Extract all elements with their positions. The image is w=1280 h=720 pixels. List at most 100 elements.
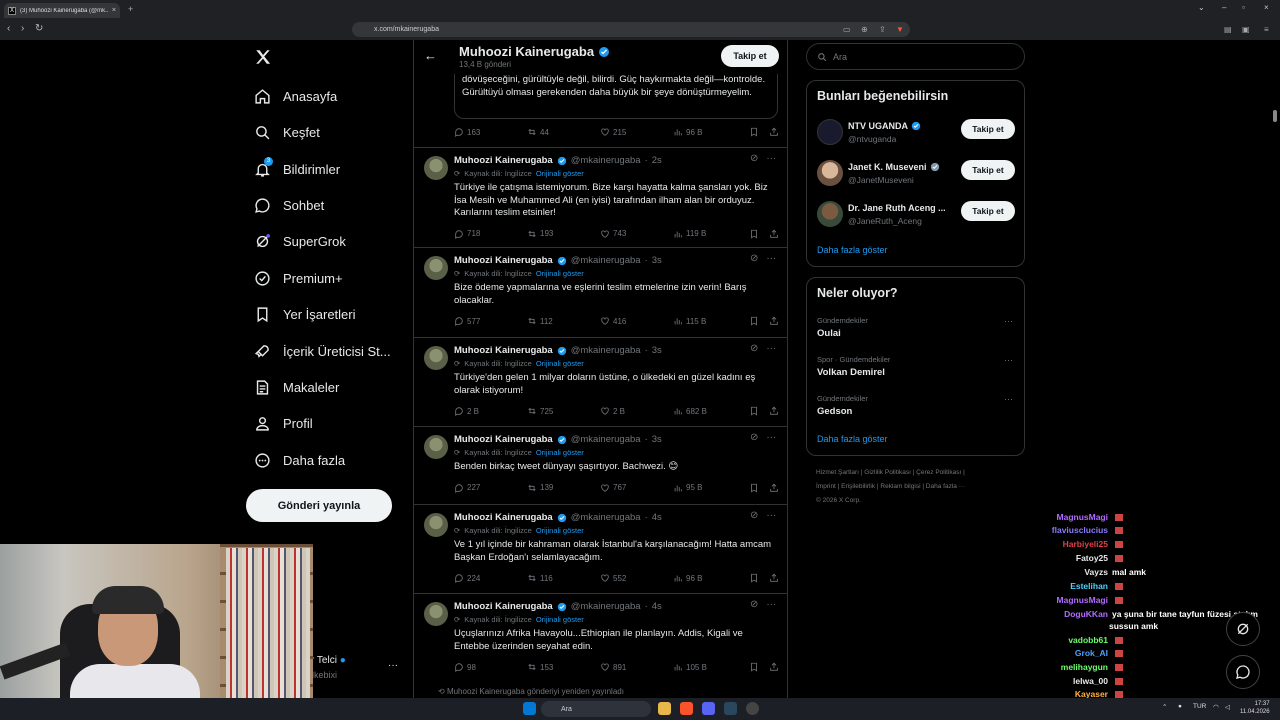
discord-icon[interactable] <box>702 702 715 715</box>
repost-button[interactable]: 116 <box>527 573 600 583</box>
back-arrow-icon[interactable]: ← <box>424 48 437 63</box>
tweet[interactable]: Muhoozi Kainerugaba @mkainerugaba · 3s ⊘… <box>414 337 787 426</box>
zoom-icon[interactable]: ⊕ <box>861 25 868 34</box>
suggestion-item[interactable]: Janet K. Museveni @JanetMuseveni Takip e… <box>817 160 1017 190</box>
share-icon[interactable] <box>769 662 779 672</box>
reply-button[interactable]: 227 <box>454 483 527 493</box>
views-button[interactable]: 682 B <box>673 406 746 416</box>
follow-button[interactable]: Takip et <box>961 201 1015 221</box>
more-icon[interactable]: ··· <box>766 510 776 521</box>
tweet[interactable]: Muhoozi Kainerugaba @mkainerugaba · 4s ⊘… <box>414 504 787 593</box>
grok-icon[interactable]: ⊘ <box>750 432 758 443</box>
wifi-icon[interactable]: ◠ <box>1213 703 1219 711</box>
show-original-link[interactable]: Orijinali göster <box>536 448 584 457</box>
taskbar-search[interactable]: Ara <box>541 701 651 717</box>
maximize-icon[interactable]: ▫ <box>1242 3 1245 12</box>
grok-icon[interactable]: ⊘ <box>750 343 758 354</box>
views-button[interactable]: 96 B <box>673 573 746 583</box>
new-tab-icon[interactable]: + <box>128 4 133 14</box>
reply-button[interactable]: 224 <box>454 573 527 584</box>
repost-button[interactable]: 112 <box>527 316 600 326</box>
forward-icon[interactable]: › <box>21 23 24 34</box>
views-button[interactable]: 105 B <box>673 662 746 672</box>
tweet-time[interactable]: 3s <box>652 255 662 266</box>
avatar[interactable] <box>817 119 843 145</box>
repost-button[interactable]: 193 <box>527 229 600 239</box>
tweet[interactable]: Muhoozi Kainerugaba @mkainerugaba · 3s ⊘… <box>414 426 787 504</box>
obs-icon[interactable] <box>746 702 759 715</box>
close-tab-icon[interactable]: × <box>112 7 116 14</box>
sidebar-icon[interactable]: ▤ <box>1224 25 1232 34</box>
grok-icon[interactable]: ⊘ <box>750 253 758 264</box>
brave-browser-icon[interactable] <box>680 702 693 715</box>
like-button[interactable]: 891 <box>600 662 673 672</box>
trend-item[interactable]: Gündemdekiler Gedson ··· <box>817 394 1017 417</box>
suggestion-item[interactable]: Dr. Jane Ruth Aceng ... @JaneRuth_Aceng … <box>817 201 1017 231</box>
avatar[interactable] <box>424 346 448 370</box>
steam-icon[interactable] <box>724 702 737 715</box>
system-clock[interactable]: 17:37 11.04.2026 <box>1240 700 1270 716</box>
avatar[interactable] <box>817 160 843 186</box>
show-original-link[interactable]: Orijinali göster <box>536 615 584 624</box>
avatar[interactable] <box>424 602 448 626</box>
bookmark-icon[interactable] <box>749 229 759 239</box>
bookmark-icon[interactable] <box>749 316 759 326</box>
tweet[interactable]: Muhoozi Kainerugaba @mkainerugaba · 4s ⊘… <box>414 593 787 683</box>
footer-line[interactable]: İmprint | Erişilebilirlik | Reklam bilgi… <box>816 480 1016 494</box>
tweet-time[interactable]: 3s <box>652 345 662 356</box>
bookmark-icon[interactable] <box>749 483 759 493</box>
bookmark-icon[interactable] <box>749 573 759 583</box>
tray-chevron-icon[interactable]: ⌃ <box>1162 703 1167 711</box>
views-button[interactable]: 115 B <box>673 316 746 326</box>
trend-item[interactable]: Gündemdekiler Oulai ··· <box>817 316 1017 339</box>
show-more-link[interactable]: Daha fazla göster <box>817 434 888 444</box>
avatar[interactable] <box>817 201 843 227</box>
author-handle[interactable]: @mkainerugaba <box>571 345 641 356</box>
grok-button[interactable] <box>1226 612 1260 646</box>
bookmark-icon[interactable] <box>749 406 759 416</box>
footer-line[interactable]: Hizmet Şartları | Gizlilik Politikası | … <box>816 466 1016 480</box>
share-icon[interactable] <box>769 127 779 137</box>
more-icon[interactable]: ··· <box>766 153 776 164</box>
views-button[interactable]: 96 B <box>673 127 746 137</box>
mic-tray-icon[interactable]: ● <box>1178 703 1182 710</box>
like-button[interactable]: 767 <box>600 483 673 493</box>
share-icon[interactable] <box>769 316 779 326</box>
author-handle[interactable]: @mkainerugaba <box>571 255 641 266</box>
tab-list-icon[interactable]: ⌄ <box>1198 3 1205 12</box>
reply-button[interactable]: 718 <box>454 229 527 239</box>
grok-icon[interactable]: ⊘ <box>750 153 758 164</box>
share-icon[interactable] <box>769 483 779 493</box>
keyboard-language[interactable]: TUR <box>1193 703 1206 710</box>
reply-button[interactable]: 98 <box>454 662 527 673</box>
scrollbar[interactable] <box>1273 110 1277 122</box>
more-icon[interactable]: ··· <box>766 343 776 354</box>
share-icon[interactable] <box>769 229 779 239</box>
close-window-icon[interactable]: × <box>1264 3 1269 12</box>
more-icon[interactable]: ··· <box>766 432 776 443</box>
like-button[interactable]: 743 <box>600 229 673 239</box>
reload-icon[interactable]: ↻ <box>35 23 43 34</box>
share-icon[interactable] <box>769 406 779 416</box>
volume-icon[interactable]: ◁ <box>1225 703 1230 711</box>
author-name[interactable]: Muhoozi Kainerugaba <box>454 345 553 356</box>
author-name[interactable]: Muhoozi Kainerugaba <box>454 255 553 266</box>
more-icon[interactable]: ··· <box>766 599 776 610</box>
messages-button[interactable] <box>1226 655 1260 689</box>
menu-icon[interactable]: ≡ <box>1264 25 1269 34</box>
views-button[interactable]: 95 B <box>673 483 746 493</box>
search-input[interactable]: Ara <box>806 43 1025 70</box>
like-button[interactable]: 2 B <box>600 406 673 416</box>
repost-button[interactable]: 139 <box>527 483 600 493</box>
bookmark-icon[interactable] <box>749 127 759 137</box>
show-original-link[interactable]: Orijinali göster <box>536 359 584 368</box>
avatar[interactable] <box>424 156 448 180</box>
tweet[interactable]: Muhoozi Kainerugaba @mkainerugaba · 2s ⊘… <box>414 147 787 247</box>
share-icon[interactable] <box>769 573 779 583</box>
author-handle[interactable]: @mkainerugaba <box>571 512 641 523</box>
follow-button[interactable]: Takip et <box>721 45 779 67</box>
author-name[interactable]: Muhoozi Kainerugaba <box>454 155 553 166</box>
author-handle[interactable]: @mkainerugaba <box>571 601 641 612</box>
tweet-time[interactable]: 3s <box>652 434 662 445</box>
more-icon[interactable]: ··· <box>1004 394 1013 404</box>
